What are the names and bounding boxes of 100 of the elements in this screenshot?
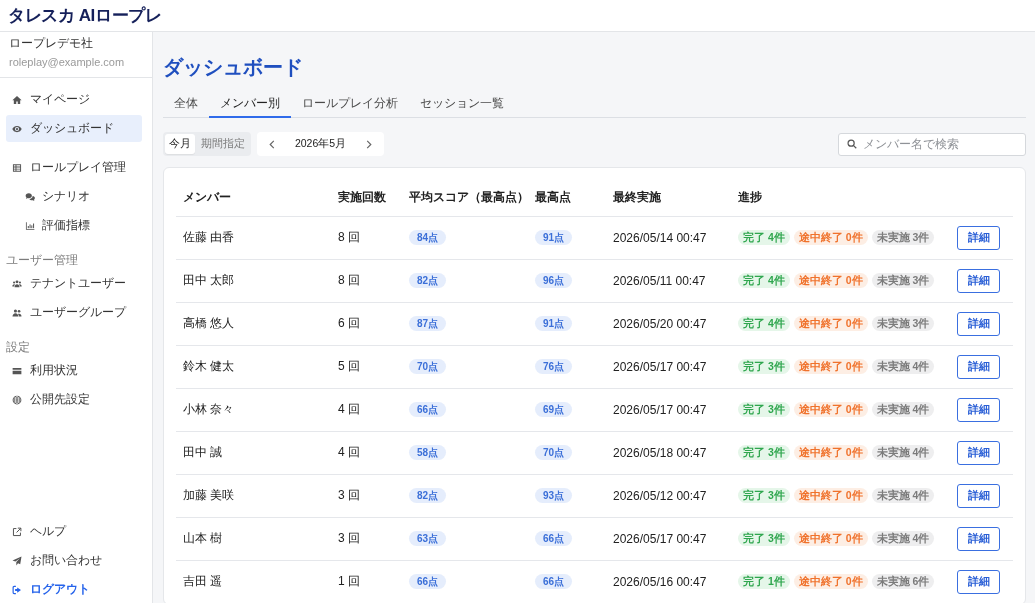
- score-badge: 69点: [535, 402, 573, 417]
- score-badge: 63点: [409, 531, 447, 546]
- status-badge: 未実施 3件: [871, 230, 935, 245]
- detail-button[interactable]: 詳細: [957, 440, 1000, 465]
- status-badge: 途中終了 0件: [793, 402, 868, 417]
- status-badge: 未実施 6件: [871, 574, 935, 589]
- status-badge: 未実施 4件: [871, 359, 935, 374]
- status-badge: 途中終了 0件: [793, 230, 868, 245]
- nav-link[interactable]: ヘルプ: [6, 518, 142, 545]
- score-badge: 91点: [535, 316, 573, 331]
- tab[interactable]: 全体: [163, 91, 209, 118]
- nav-item[interactable]: 公開先設定: [6, 386, 142, 413]
- table-cell: 2026/05/17 00:47: [606, 517, 731, 560]
- status-badge: 完了 3件: [738, 531, 790, 546]
- table-cell: 小林 奈々: [176, 388, 331, 431]
- period-option[interactable]: 期間指定: [197, 134, 249, 154]
- column-header: 平均スコア（最高点）: [402, 179, 528, 216]
- table-cell: 高橋 悠人: [176, 302, 331, 345]
- nav-item[interactable]: ユーザーグループ: [6, 299, 142, 326]
- bar-chart-icon: [25, 220, 35, 231]
- month-label: 2026年5月: [294, 137, 347, 151]
- nav-item[interactable]: ロールプレイ管理: [6, 154, 142, 181]
- column-header: メンバー: [176, 179, 331, 216]
- table-cell: 8 回: [331, 216, 402, 259]
- table-cell: 2026/05/12 00:47: [606, 474, 731, 517]
- status-badge: 途中終了 0件: [793, 445, 868, 460]
- nav-item[interactable]: テナントユーザー: [6, 270, 142, 297]
- score-badge: 84点: [409, 230, 447, 245]
- score-badge: 70点: [409, 359, 447, 374]
- table-cell: 3 回: [331, 474, 402, 517]
- score-badge: 66点: [409, 574, 447, 589]
- score-badge: 66点: [409, 402, 447, 417]
- table-cell: 2026/05/11 00:47: [606, 259, 731, 302]
- status-badge: 完了 4件: [738, 316, 790, 331]
- detail-button[interactable]: 詳細: [957, 569, 1000, 594]
- detail-button[interactable]: 詳細: [957, 225, 1000, 250]
- nav-item[interactable]: マイページ: [6, 86, 142, 113]
- chevron-left-icon: [269, 139, 275, 149]
- home-icon: [12, 94, 22, 105]
- period-option[interactable]: 今月: [165, 134, 195, 154]
- column-header: 最終実施: [606, 179, 731, 216]
- search-field[interactable]: メンバー名で検索: [838, 132, 1026, 156]
- detail-button[interactable]: 詳細: [957, 354, 1000, 379]
- score-badge: 91点: [535, 230, 573, 245]
- nav-item[interactable]: ダッシュボード: [6, 115, 142, 142]
- credit-card-icon: [12, 365, 22, 376]
- globe-icon: [12, 394, 22, 405]
- table-cell: 5 回: [331, 345, 402, 388]
- column-header: 最高点: [528, 179, 606, 216]
- table-cell: 3 回: [331, 517, 402, 560]
- nav-item[interactable]: シナリオ: [6, 183, 142, 210]
- status-badge: 完了 3件: [738, 402, 790, 417]
- table-cell: 6 回: [331, 302, 402, 345]
- status-badge: 途中終了 0件: [793, 273, 868, 288]
- detail-button[interactable]: 詳細: [957, 268, 1000, 293]
- logout-link[interactable]: ログアウト: [6, 576, 142, 603]
- table-cell: 吉田 遥: [176, 560, 331, 603]
- table-cell: 1 回: [331, 560, 402, 603]
- status-badge: 未実施 3件: [871, 273, 935, 288]
- score-badge: 87点: [409, 316, 447, 331]
- status-badge: 完了 3件: [738, 445, 790, 460]
- detail-button[interactable]: 詳細: [957, 483, 1000, 508]
- table-cell: 4 回: [331, 388, 402, 431]
- table-cell: 佐藤 由香: [176, 216, 331, 259]
- eye-icon: [12, 123, 22, 134]
- user-pair-icon: [12, 307, 22, 318]
- table-cell: 2026/05/14 00:47: [606, 216, 731, 259]
- table-cell: 山本 樹: [176, 517, 331, 560]
- tab[interactable]: ロールプレイ分析: [291, 91, 409, 118]
- table-cell: 田中 太郎: [176, 259, 331, 302]
- score-badge: 58点: [409, 445, 447, 460]
- tab[interactable]: セッション一覧: [409, 91, 515, 118]
- status-badge: 途中終了 0件: [793, 359, 868, 374]
- score-badge: 82点: [409, 273, 447, 288]
- score-badge: 66点: [535, 531, 573, 546]
- chevron-right-icon: [366, 139, 372, 149]
- user-email: roleplay@example.com: [9, 55, 126, 70]
- table-cell: 2026/05/17 00:47: [606, 345, 731, 388]
- nav-link[interactable]: お問い合わせ: [6, 547, 142, 574]
- section-heading: 設定: [5, 339, 31, 355]
- nav-item[interactable]: 評価指標: [6, 212, 142, 239]
- detail-button[interactable]: 詳細: [957, 397, 1000, 422]
- page-title: ダッシュボード: [163, 55, 304, 80]
- paper-plane-icon: [12, 555, 22, 566]
- table-cell: 2026/05/16 00:47: [606, 560, 731, 603]
- status-badge: 未実施 4件: [871, 531, 935, 546]
- status-badge: 完了 1件: [738, 574, 790, 589]
- tab[interactable]: メンバー別: [209, 91, 291, 118]
- status-badge: 途中終了 0件: [793, 316, 868, 331]
- column-header: 実施回数: [331, 179, 402, 216]
- score-badge: 66点: [535, 574, 573, 589]
- section-heading: ユーザー管理: [5, 252, 79, 268]
- table-cell: 2026/05/20 00:47: [606, 302, 731, 345]
- app-logo: タレスカ AIロープレ: [8, 5, 162, 27]
- column-header: 進捗: [731, 179, 943, 216]
- status-badge: 完了 3件: [738, 488, 790, 503]
- users-icon: [12, 278, 22, 289]
- nav-item[interactable]: 利用状況: [6, 357, 142, 384]
- detail-button[interactable]: 詳細: [957, 526, 1000, 551]
- detail-button[interactable]: 詳細: [957, 311, 1000, 336]
